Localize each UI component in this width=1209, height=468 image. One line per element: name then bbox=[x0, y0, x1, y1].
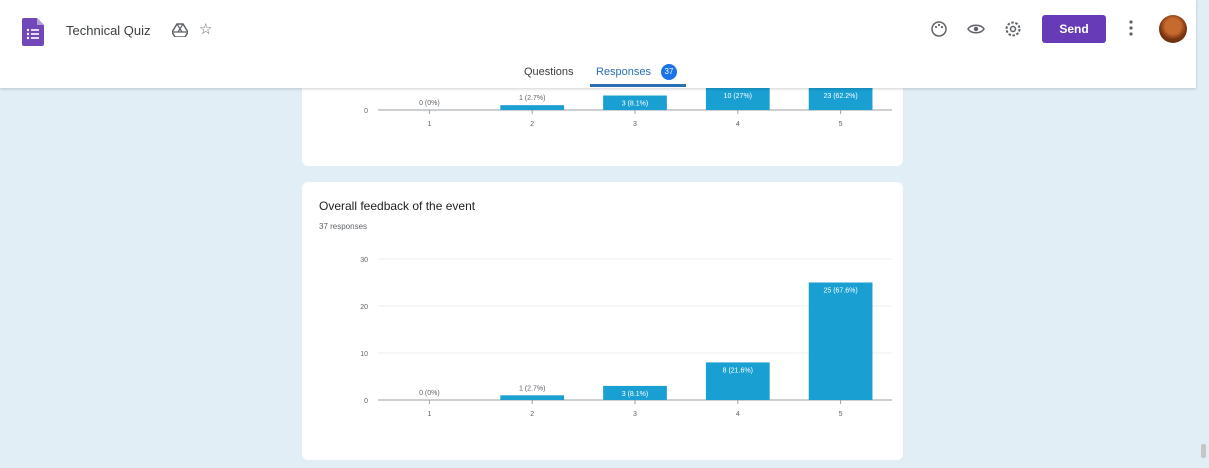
scrollbar-thumb[interactable] bbox=[1201, 444, 1206, 458]
palette-icon[interactable] bbox=[930, 20, 948, 38]
x-tick-label: 4 bbox=[736, 411, 740, 418]
bar bbox=[808, 282, 873, 400]
x-tick-label: 1 bbox=[427, 121, 431, 128]
bar-chart: 0 10 20 30 1 0 (0%) 2 1 (2.7%) 3 3 (8.1%) 4 8 (21.6… bbox=[360, 257, 892, 418]
document-title[interactable]: Technical Quiz bbox=[66, 23, 151, 38]
form-tabs: Questions Responses 37 bbox=[0, 62, 1196, 88]
y-tick-label: 0 bbox=[364, 398, 368, 405]
page-scrollbar[interactable] bbox=[1198, 90, 1209, 468]
x-tick-label: 3 bbox=[633, 411, 637, 418]
google-forms-icon[interactable] bbox=[22, 18, 44, 46]
x-tick-label: 5 bbox=[839, 411, 843, 418]
bar-data-label: 25 (67.6%) bbox=[823, 288, 857, 295]
bar-data-label: 8 (21.6%) bbox=[723, 367, 753, 374]
tab-questions[interactable]: Questions bbox=[524, 66, 574, 78]
x-tick-label: 2 bbox=[530, 121, 534, 128]
bar bbox=[500, 105, 565, 110]
x-tick-label: 4 bbox=[736, 121, 740, 128]
y-tick-label: 30 bbox=[360, 257, 368, 264]
y-tick-label: 20 bbox=[360, 304, 368, 311]
bar-data-label: 10 (27%) bbox=[724, 93, 752, 100]
responses-count-badge: 37 bbox=[661, 64, 677, 80]
bar-data-label: 3 (8.1%) bbox=[622, 101, 648, 108]
x-tick-label: 2 bbox=[530, 411, 534, 418]
preview-eye-icon[interactable] bbox=[967, 20, 985, 38]
send-button[interactable]: Send bbox=[1042, 15, 1106, 43]
settings-icon[interactable] bbox=[1004, 20, 1022, 38]
bar bbox=[500, 395, 565, 400]
bar-data-label: 3 (8.1%) bbox=[622, 391, 648, 398]
x-tick-label: 3 bbox=[633, 121, 637, 128]
bar-data-label: 0 (0%) bbox=[419, 100, 440, 107]
x-tick-label: 1 bbox=[427, 411, 431, 418]
bar-data-label: 1 (2.7%) bbox=[519, 385, 545, 392]
move-to-drive-icon[interactable] bbox=[172, 23, 188, 37]
bar-data-label: 1 (2.7%) bbox=[519, 95, 545, 102]
active-tab-indicator bbox=[590, 84, 686, 87]
more-vert-icon[interactable] bbox=[1127, 18, 1135, 38]
question-summary-card: Overall feedback of the event 37 respons… bbox=[302, 182, 903, 460]
bar-data-label: 0 (0%) bbox=[419, 390, 440, 397]
y-tick-label: 10 bbox=[360, 351, 368, 358]
star-outline-icon[interactable]: ☆ bbox=[199, 22, 212, 38]
user-avatar[interactable] bbox=[1159, 15, 1187, 43]
top-app-bar: Technical Quiz ☆ Send Questions Response… bbox=[0, 0, 1196, 88]
x-tick-label: 5 bbox=[839, 121, 843, 128]
y-tick-label: 0 bbox=[364, 108, 368, 115]
bar-data-label: 23 (62.2%) bbox=[823, 93, 857, 100]
tab-responses[interactable]: Responses bbox=[596, 66, 651, 78]
